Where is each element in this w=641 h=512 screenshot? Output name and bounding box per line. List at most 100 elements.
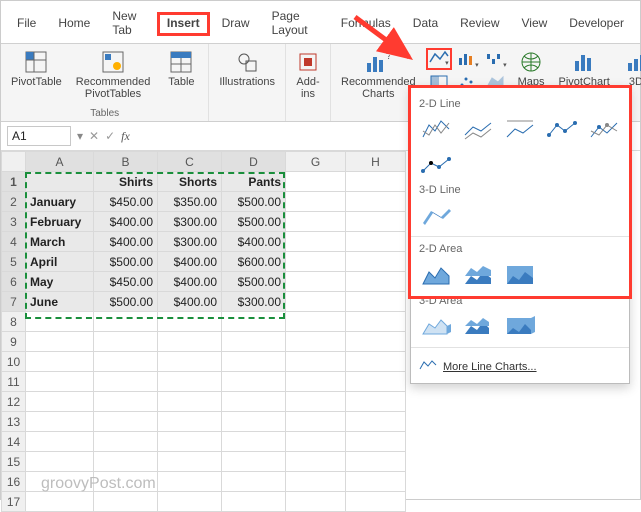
cell[interactable] (94, 332, 158, 352)
chart-2d-area[interactable] (419, 259, 453, 289)
tab-home[interactable]: Home (48, 12, 100, 36)
insert-line-chart-button[interactable]: ▾ (426, 48, 452, 70)
cell[interactable] (158, 312, 222, 332)
row-header[interactable]: 7 (2, 292, 26, 312)
chart-2d-line-markers[interactable] (545, 114, 579, 144)
cell[interactable] (286, 332, 346, 352)
cell[interactable]: Shorts (158, 172, 222, 192)
cell[interactable] (222, 472, 286, 492)
cell[interactable] (222, 372, 286, 392)
maps-button[interactable]: Maps (514, 48, 549, 90)
cell[interactable] (346, 452, 406, 472)
cell[interactable]: $400.00 (94, 212, 158, 232)
row-header[interactable]: 12 (2, 392, 26, 412)
cell[interactable] (286, 492, 346, 512)
chart-2d-100stacked-line-markers[interactable] (419, 148, 453, 178)
cell[interactable] (26, 452, 94, 472)
cell[interactable]: $300.00 (158, 212, 222, 232)
cell[interactable] (346, 312, 406, 332)
cell[interactable] (346, 372, 406, 392)
chart-3d-line[interactable] (419, 200, 453, 230)
cell[interactable] (26, 352, 94, 372)
row-header[interactable]: 14 (2, 432, 26, 452)
cell[interactable]: $400.00 (158, 292, 222, 312)
grid[interactable]: A B C D G H 1 Shirts Shorts Pants 2 Janu… (1, 151, 406, 512)
pivotchart-button[interactable]: PivotChart (555, 48, 614, 90)
row-header[interactable]: 1 (2, 172, 26, 192)
cell[interactable] (158, 352, 222, 372)
tab-draw[interactable]: Draw (212, 12, 260, 36)
col-header-G[interactable]: G (286, 152, 346, 172)
cell[interactable] (286, 312, 346, 332)
more-line-charts[interactable]: More Line Charts... (419, 354, 621, 375)
cell[interactable] (346, 392, 406, 412)
row-header[interactable]: 2 (2, 192, 26, 212)
cell[interactable]: June (26, 292, 94, 312)
cell[interactable] (222, 492, 286, 512)
cell[interactable] (26, 332, 94, 352)
cell[interactable] (286, 212, 346, 232)
namebox-dropdown-icon[interactable]: ▾ (77, 129, 83, 143)
cell[interactable] (94, 392, 158, 412)
cell[interactable] (286, 272, 346, 292)
cell[interactable] (222, 352, 286, 372)
row-header[interactable]: 16 (2, 472, 26, 492)
cell[interactable] (286, 452, 346, 472)
cell[interactable]: May (26, 272, 94, 292)
cell[interactable]: $350.00 (158, 192, 222, 212)
cell[interactable]: $300.00 (158, 232, 222, 252)
cell[interactable] (26, 372, 94, 392)
cell[interactable] (94, 492, 158, 512)
table-button[interactable]: Table (160, 48, 202, 90)
cell[interactable] (222, 312, 286, 332)
row-header[interactable]: 13 (2, 412, 26, 432)
cell[interactable] (286, 252, 346, 272)
chart-2d-100stacked-area[interactable] (503, 259, 537, 289)
cell[interactable] (158, 432, 222, 452)
chart-3d-stacked-area[interactable] (461, 311, 495, 341)
cell[interactable] (26, 312, 94, 332)
cell[interactable] (26, 172, 94, 192)
cell[interactable] (158, 452, 222, 472)
recommended-pivottables-button[interactable]: Recommended PivotTables (72, 48, 155, 102)
cell[interactable] (222, 412, 286, 432)
cell[interactable] (286, 392, 346, 412)
cell[interactable] (26, 492, 94, 512)
col-header-C[interactable]: C (158, 152, 222, 172)
cell[interactable]: February (26, 212, 94, 232)
tab-file[interactable]: File (7, 12, 46, 36)
cell[interactable]: $500.00 (222, 192, 286, 212)
cell[interactable] (286, 172, 346, 192)
cell[interactable] (158, 392, 222, 412)
chart-2d-100stacked-line[interactable] (503, 114, 537, 144)
cell[interactable] (346, 252, 406, 272)
cell[interactable] (346, 172, 406, 192)
cell[interactable]: $400.00 (222, 232, 286, 252)
cell[interactable] (346, 352, 406, 372)
cell[interactable]: $450.00 (94, 272, 158, 292)
3d-map-button[interactable]: 3D (620, 48, 641, 90)
cell[interactable] (346, 232, 406, 252)
row-header[interactable]: 9 (2, 332, 26, 352)
cell[interactable] (158, 372, 222, 392)
tab-developer[interactable]: Developer (559, 12, 634, 36)
cell[interactable] (346, 272, 406, 292)
cell[interactable]: April (26, 252, 94, 272)
cell[interactable] (94, 312, 158, 332)
insert-column-chart-button[interactable]: ▾ (454, 48, 480, 70)
row-header[interactable]: 10 (2, 352, 26, 372)
cell[interactable] (346, 472, 406, 492)
cell[interactable] (26, 392, 94, 412)
cell[interactable] (94, 412, 158, 432)
col-header-H[interactable]: H (346, 152, 406, 172)
cell[interactable] (26, 412, 94, 432)
cell[interactable] (222, 392, 286, 412)
chart-2d-stacked-line-markers[interactable] (587, 114, 621, 144)
cell[interactable] (346, 492, 406, 512)
cell[interactable]: $400.00 (158, 252, 222, 272)
row-header[interactable]: 5 (2, 252, 26, 272)
cell[interactable]: Shirts (94, 172, 158, 192)
addins-button[interactable]: Add- ins (292, 48, 324, 102)
cell[interactable] (286, 472, 346, 492)
cell[interactable] (286, 352, 346, 372)
